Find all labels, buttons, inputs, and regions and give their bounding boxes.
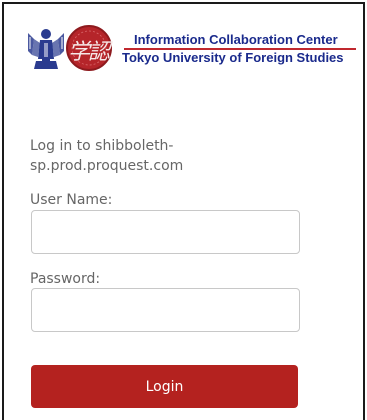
site-header: 学認 Information Collaboration Center Toky… — [26, 22, 356, 74]
login-heading: Log in to shibboleth-sp.prod.proquest.co… — [30, 138, 184, 174]
login-button[interactable]: Login — [31, 365, 298, 408]
page: 学認 Information Collaboration Center Toky… — [0, 0, 367, 420]
gakunin-seal-icon — [66, 25, 112, 71]
username-label: User Name: — [30, 192, 113, 208]
org-name-line2: Tokyo University of Foreign Studies — [122, 50, 344, 65]
username-input[interactable] — [31, 210, 300, 254]
org-name-line1: Information Collaboration Center — [134, 32, 338, 47]
university-emblem-icon — [28, 29, 64, 69]
password-input[interactable] — [31, 288, 300, 332]
password-label: Password: — [30, 271, 101, 287]
